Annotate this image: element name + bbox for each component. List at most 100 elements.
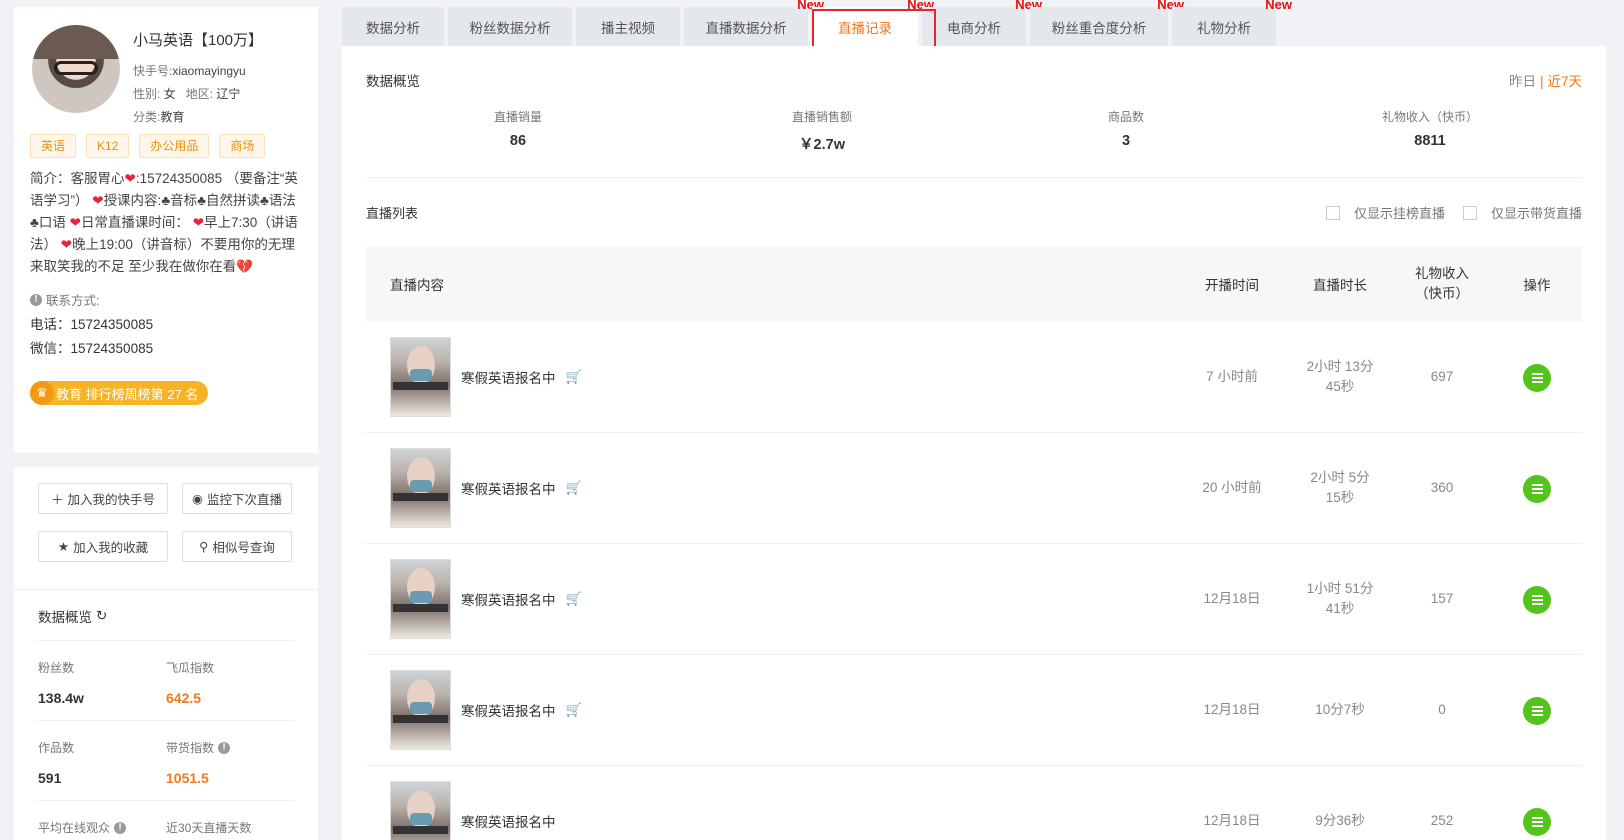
duration-line1: 2小时 13分 [1306,359,1374,374]
filter-selling-checkbox[interactable]: 仅显示带货直播 [1462,203,1582,222]
stat-label: 礼物收入（快币） [1381,110,1478,124]
gift-income: 252 [1430,813,1454,828]
detail-list-icon[interactable] [1523,474,1551,503]
bio: 简介：客服胃心❤:15724350085 （要备注“英语学习”） ❤授课内容:♣… [30,168,302,278]
table-row[interactable]: 寒假英语报名中 🛒 7 小时前 2小时 13分 45秒 697 [366,322,1582,433]
search-icon: ⚲ [199,539,209,554]
checkbox[interactable] [1325,205,1340,220]
button-label: 加入我的收藏 [73,540,149,555]
live-title[interactable]: 寒假英语报名中 [461,700,556,720]
tab-gift-analysis[interactable]: 礼物分析 New [1172,0,1292,46]
works-value: 591 [38,770,62,786]
duration: 2小时 13分 45秒 [1288,357,1392,397]
phone-label: 电话： [30,317,71,332]
period-last7[interactable]: 近7天 [1547,74,1582,89]
start-time: 7 小时前 [1206,369,1258,384]
heart-icon: ❤ [92,193,104,208]
sales-index-value: 1051.5 [166,770,209,786]
tag[interactable]: K12 [86,134,130,158]
gift-income: 360 [1430,480,1454,495]
heart-icon: ❤ [124,171,136,186]
kuaishou-id: xiaomayingyu [172,64,246,78]
stat-value: 86 [509,133,527,149]
live-days-label: 近30天直播天数 [166,821,252,835]
start-time: 12月18日 [1203,591,1261,606]
live-title[interactable]: 寒假英语报名中 [461,367,556,387]
detail-list-icon[interactable] [1523,696,1551,725]
overview-panel: 数据概览 ↻ 粉丝数 138.4w 飞瓜指数 642.5 作品数 591 带货指数! 10… [14,589,318,840]
profile-name: 小马英语【100万】 [133,32,264,49]
table-row[interactable]: 寒假英语报名中 🛒 12月18日 10分7秒 0 [366,655,1582,766]
heart-icon: ❤ [192,215,205,230]
category-label: 分类: [133,110,161,124]
start-time: 20 小时前 [1202,480,1262,495]
detail-list-icon[interactable] [1523,363,1551,392]
live-thumbnail[interactable] [390,448,451,528]
tab-live-analysis[interactable]: 直播数据分析 New [684,0,824,46]
duration-line1: 1小时 51分 [1306,581,1374,596]
refresh-icon[interactable]: ↻ [96,608,107,624]
add-kuaishou-button[interactable]: ＋加入我的快手号 [38,483,168,514]
tag[interactable]: 办公用品 [139,134,210,158]
feigua-value: 642.5 [166,690,202,706]
tag[interactable]: 商场 [219,134,266,158]
tab-label: 直播数据分析 [705,20,787,36]
plus-icon: ＋ [50,493,64,507]
heart-icon: ❤ [60,237,73,252]
live-thumbnail[interactable] [390,559,451,639]
info-icon[interactable]: ! [114,821,127,834]
tab-data-analysis[interactable]: 数据分析 [342,7,444,46]
similar-query-button[interactable]: ⚲ 相似号查询 [182,530,292,562]
table-row[interactable]: 寒假英语报名中 🛒 20 小时前 2小时 5分 15秒 360 [366,433,1582,544]
live-thumbnail[interactable] [390,337,451,417]
duration-line2: 45秒 [1325,379,1355,394]
tab-label: 播主视频 [601,20,655,36]
tab-label: 数据分析 [366,20,420,36]
wechat-label: 微信： [30,341,71,356]
add-favorite-button[interactable]: ★ 加入我的收藏 [38,530,168,562]
detail-list-icon[interactable] [1523,807,1551,836]
avatar [32,25,120,113]
contact-label: 联系方式: [46,294,100,308]
stats-row: 直播销量 86 直播销售额 ￥2.7w 商品数 3 礼物收入（快币） 8811 [366,100,1582,178]
live-title[interactable]: 寒假英语报名中 [461,811,556,831]
gender-label: 性别: [133,87,161,101]
live-thumbnail[interactable] [390,670,451,750]
tab-ecommerce[interactable]: 电商分析 New [922,0,1042,46]
period-separator: | [1539,74,1544,89]
category: 教育 [160,110,185,124]
filter-label: 仅显示挂榜直播 [1353,205,1445,221]
button-label: 加入我的快手号 [67,493,156,507]
duration: 2小时 5分 15秒 [1288,468,1392,508]
info-icon[interactable]: ! [218,741,231,754]
rank-text: 教育 排行榜周榜第 27 名 [56,386,199,402]
main-content: 数据概览 昨日 | 近7天 直播销量 86 直播销售额 ￥2.7w 商品数 3 礼物收入（… [342,46,1606,840]
tab-fans-overlap[interactable]: 粉丝重合度分析 New [1030,0,1184,46]
tab-fans-analysis[interactable]: 粉丝数据分析 [448,7,572,46]
filter-ranked-checkbox[interactable]: 仅显示挂榜直播 [1325,203,1445,222]
table-row[interactable]: 寒假英语报名中 12月18日 9分36秒 252 [366,766,1582,840]
period-yesterday[interactable]: 昨日 [1509,74,1536,89]
monitor-live-button[interactable]: ◉ 监控下次直播 [182,483,292,514]
sales-index-stat: 带货指数! 1051.5 [166,721,294,801]
table-row[interactable]: 寒假英语报名中 🛒 12月18日 1小时 51分 41秒 157 [366,544,1582,655]
duration-line2: 15秒 [1325,490,1355,505]
header-gift: 礼物收入 （快币） [1392,264,1492,304]
rank-badge[interactable]: ♛ 教育 排行榜周榜第 27 名 [30,381,209,405]
live-title[interactable]: 寒假英语报名中 [461,589,556,609]
wechat: 15724350085 [70,341,154,356]
duration: 1小时 51分 41秒 [1288,579,1392,619]
crown-icon: ♛ [30,381,54,405]
tag[interactable]: 英语 [30,134,77,158]
live-title[interactable]: 寒假英语报名中 [461,478,556,498]
live-thumbnail[interactable] [390,781,451,840]
avg-online-stat: 平均在线观众! [38,801,166,840]
overview-heading: 数据概览 [366,74,420,89]
checkbox[interactable] [1462,205,1477,220]
button-label: 相似号查询 [212,540,275,555]
stat-gift-income: 礼物收入（快币） 8811 [1278,108,1582,177]
detail-list-icon[interactable] [1523,585,1551,614]
duration-line2: 41秒 [1325,601,1355,616]
tab-videos[interactable]: 播主视频 [576,7,680,46]
sales-index-label: 带货指数 [166,741,215,755]
